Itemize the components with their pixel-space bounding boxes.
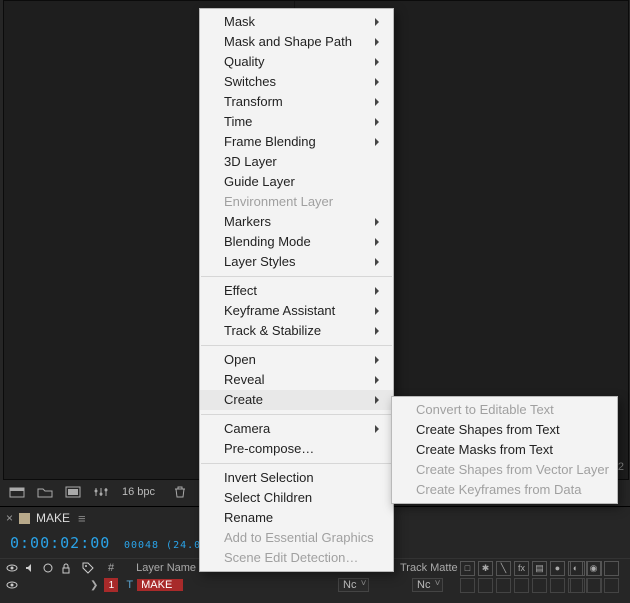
comp-tab-label[interactable]: MAKE	[36, 511, 70, 525]
menu-separator	[201, 414, 392, 415]
shy-switch-icon[interactable]: □	[460, 561, 475, 576]
menu-item-invert-selection[interactable]: Invert Selection	[200, 468, 393, 488]
layer-solo-icon[interactable]	[42, 579, 54, 591]
timeline-footer	[0, 594, 630, 603]
collapse-switch-icon[interactable]: ✱	[478, 561, 493, 576]
menu-item-blending-mode[interactable]: Blending Mode	[200, 232, 393, 252]
menu-item-mask[interactable]: Mask	[200, 12, 393, 32]
layer-row[interactable]: ❯ 1 T MAKE Nc Nc	[0, 576, 630, 595]
menu-item-layer-styles[interactable]: Layer Styles	[200, 252, 393, 272]
submenu-item-convert-to-editable-text: Convert to Editable Text	[392, 400, 617, 420]
fx-switch-icon[interactable]: fx	[514, 561, 529, 576]
layer-name-header[interactable]: Layer Name	[136, 562, 196, 574]
eye-icon[interactable]	[6, 562, 18, 574]
layer-name[interactable]: MAKE	[137, 579, 183, 591]
layer-context-menu: MaskMask and Shape PathQualitySwitchesTr…	[199, 8, 394, 572]
layer-av-switches	[6, 579, 72, 591]
speaker-icon[interactable]	[24, 562, 36, 574]
av-switches-header	[6, 562, 72, 574]
menu-item-markers[interactable]: Markers	[200, 212, 393, 232]
menu-separator	[201, 463, 392, 464]
menu-item-frame-blending[interactable]: Frame Blending	[200, 132, 393, 152]
layer-shy-switch[interactable]	[460, 578, 475, 593]
menu-item-open[interactable]: Open	[200, 350, 393, 370]
tab-menu-icon[interactable]: ≡	[78, 511, 86, 526]
track-matte-header: Track Matte	[400, 562, 458, 574]
menu-item-camera[interactable]: Camera	[200, 419, 393, 439]
in-header	[570, 561, 585, 576]
bin-icon[interactable]	[8, 484, 26, 500]
layer-frameblend-switch[interactable]	[532, 578, 547, 593]
menu-item-transform[interactable]: Transform	[200, 92, 393, 112]
twirl-icon[interactable]: ❯	[90, 580, 98, 591]
menu-item-mask-and-shape-path[interactable]: Mask and Shape Path	[200, 32, 393, 52]
menu-item-track-stabilize[interactable]: Track & Stabilize	[200, 321, 393, 341]
layer-in[interactable]	[570, 578, 585, 593]
solo-icon[interactable]	[42, 562, 54, 574]
zoom-label: 2	[618, 461, 624, 473]
blend-mode-select[interactable]: Nc	[338, 578, 369, 592]
layer-parent-cells	[570, 578, 619, 593]
menu-item-3d-layer[interactable]: 3D Layer	[200, 152, 393, 172]
dur-header	[604, 561, 619, 576]
track-matte-select[interactable]: Nc	[412, 578, 443, 592]
layer-eye-icon[interactable]	[6, 579, 18, 591]
submenu-item-create-shapes-from-text[interactable]: Create Shapes from Text	[392, 420, 617, 440]
submenu-item-create-shapes-from-vector-layer: Create Shapes from Vector Layer	[392, 460, 617, 480]
frameblend-switch-icon[interactable]: ▤	[532, 561, 547, 576]
folder-icon[interactable]	[36, 484, 54, 500]
layer-audio-icon[interactable]	[24, 579, 36, 591]
lock-icon[interactable]	[60, 562, 72, 574]
comp-color-swatch	[19, 513, 30, 524]
layer-motionblur-switch[interactable]	[550, 578, 565, 593]
layer-index: 1	[104, 578, 118, 592]
menu-item-add-to-essential-graphics: Add to Essential Graphics	[200, 528, 393, 548]
menu-item-pre-compose[interactable]: Pre-compose…	[200, 439, 393, 459]
layer-fx-switch[interactable]	[514, 578, 529, 593]
comp-icon[interactable]	[64, 484, 82, 500]
menu-item-time[interactable]: Time	[200, 112, 393, 132]
menu-item-keyframe-assistant[interactable]: Keyframe Assistant	[200, 301, 393, 321]
submenu-item-create-masks-from-text[interactable]: Create Masks from Text	[392, 440, 617, 460]
menu-item-scene-edit-detection: Scene Edit Detection…	[200, 548, 393, 568]
out-header	[587, 561, 602, 576]
create-submenu: Convert to Editable TextCreate Shapes fr…	[391, 396, 618, 504]
menu-separator	[201, 276, 392, 277]
submenu-item-create-keyframes-from-data: Create Keyframes from Data	[392, 480, 617, 500]
menu-item-create[interactable]: Create	[200, 390, 393, 410]
index-header: #	[108, 562, 114, 574]
adjust-icon[interactable]	[92, 484, 110, 500]
layer-out[interactable]	[587, 578, 602, 593]
layer-quality-switch[interactable]	[496, 578, 511, 593]
parent-header	[570, 561, 619, 576]
tab-close-icon[interactable]: ×	[6, 511, 13, 525]
menu-item-guide-layer[interactable]: Guide Layer	[200, 172, 393, 192]
menu-item-effect[interactable]: Effect	[200, 281, 393, 301]
layer-lock-icon[interactable]	[60, 579, 72, 591]
layer-dur[interactable]	[604, 578, 619, 593]
bit-depth-label[interactable]: 16 bpc	[122, 486, 155, 498]
layer-type-icon: T	[126, 579, 133, 591]
menu-item-rename[interactable]: Rename	[200, 508, 393, 528]
menu-item-switches[interactable]: Switches	[200, 72, 393, 92]
quality-switch-icon[interactable]: ╲	[496, 561, 511, 576]
menu-item-quality[interactable]: Quality	[200, 52, 393, 72]
label-header-icon[interactable]	[82, 562, 94, 574]
layer-collapse-switch[interactable]	[478, 578, 493, 593]
menu-separator	[201, 345, 392, 346]
menu-item-select-children[interactable]: Select Children	[200, 488, 393, 508]
motionblur-switch-icon[interactable]: ●	[550, 561, 565, 576]
menu-item-environment-layer: Environment Layer	[200, 192, 393, 212]
trash-icon[interactable]	[171, 484, 189, 500]
timecode[interactable]: 0:00:02:00	[10, 534, 110, 552]
menu-item-reveal[interactable]: Reveal	[200, 370, 393, 390]
